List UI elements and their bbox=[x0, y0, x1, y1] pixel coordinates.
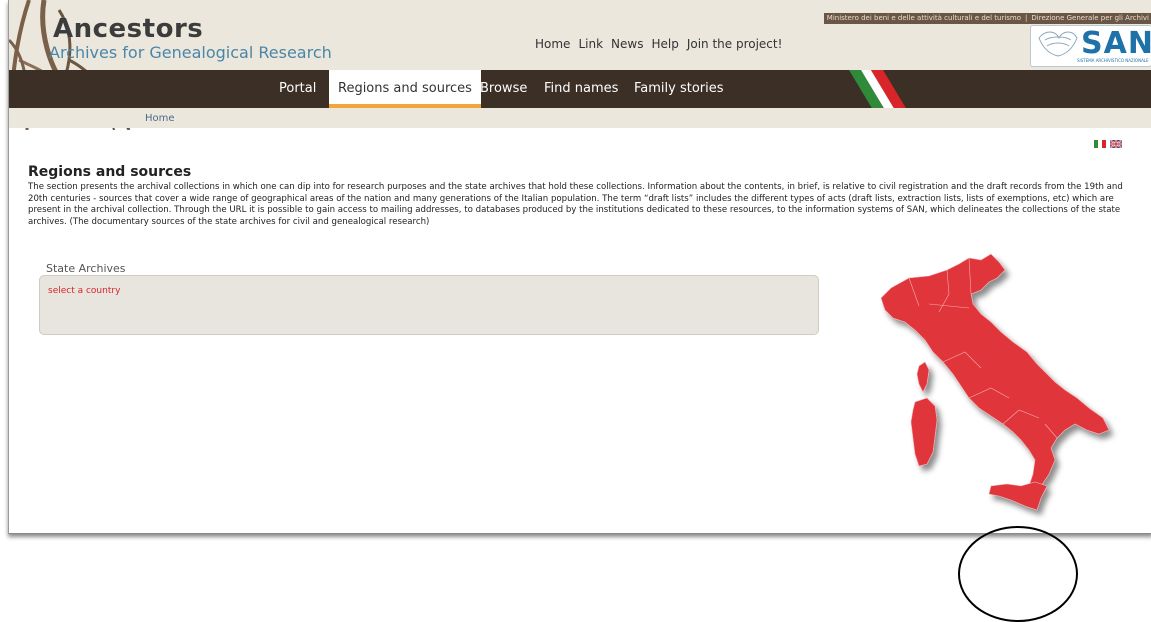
nav-portal[interactable]: Portal bbox=[279, 70, 316, 108]
ministry-separator: | bbox=[1025, 14, 1028, 22]
top-nav-link[interactable]: Link bbox=[578, 37, 603, 51]
browser-page: Ancestors Archives for Genealogical Rese… bbox=[8, 0, 1151, 534]
san-logo-caption: SISTEMA ARCHIVISTICO NAZIONALE bbox=[1077, 58, 1149, 63]
top-nav: Home Link News Help Join the project! bbox=[535, 37, 782, 51]
top-nav-home[interactable]: Home bbox=[535, 37, 570, 51]
site-subtitle[interactable]: Archives for Genealogical Research bbox=[49, 43, 332, 62]
ministry-link[interactable]: Ministero dei beni e delle attività cult… bbox=[827, 13, 1021, 24]
intro-text: The section presents the archival collec… bbox=[28, 182, 1123, 227]
directorate-link[interactable]: Direzione Generale per gli Archivi bbox=[1031, 13, 1149, 24]
top-nav-help[interactable]: Help bbox=[651, 37, 678, 51]
nav-regions-and-sources[interactable]: Regions and sources bbox=[329, 70, 481, 108]
san-logo-text: SAN bbox=[1081, 26, 1151, 61]
site-title[interactable]: Ancestors bbox=[53, 14, 203, 44]
site-header: Ancestors Archives for Genealogical Rese… bbox=[9, 0, 1151, 130]
page-title: Regions and sources bbox=[28, 164, 192, 180]
main-nav: Portal Regions and sources Browse Find n… bbox=[9, 70, 1151, 108]
uk-flag-icon[interactable] bbox=[1110, 140, 1122, 148]
breadcrumb-home[interactable]: Home bbox=[145, 113, 175, 124]
annotation-circle bbox=[958, 526, 1078, 622]
flag-stripe-icon bbox=[849, 70, 907, 110]
top-nav-news[interactable]: News bbox=[611, 37, 643, 51]
nav-find-names[interactable]: Find names bbox=[544, 70, 618, 108]
state-archives-box: select a country bbox=[39, 275, 819, 335]
nav-browse[interactable]: Browse bbox=[480, 70, 527, 108]
nav-family-stories[interactable]: Family stories bbox=[634, 70, 724, 108]
italian-flag-icon[interactable] bbox=[1094, 140, 1106, 148]
ministry-bar: Ministero dei beni e delle attività cult… bbox=[823, 13, 1151, 24]
san-logo-icon[interactable]: SAN SISTEMA ARCHIVISTICO NAZIONALE bbox=[1030, 25, 1151, 67]
language-switcher bbox=[1094, 140, 1122, 148]
breadcrumb: Home bbox=[9, 108, 1151, 128]
state-archives-label: State Archives bbox=[46, 262, 126, 275]
top-nav-join[interactable]: Join the project! bbox=[687, 37, 783, 51]
select-country-prompt[interactable]: select a country bbox=[48, 286, 120, 296]
italy-map-icon[interactable] bbox=[869, 248, 1119, 533]
